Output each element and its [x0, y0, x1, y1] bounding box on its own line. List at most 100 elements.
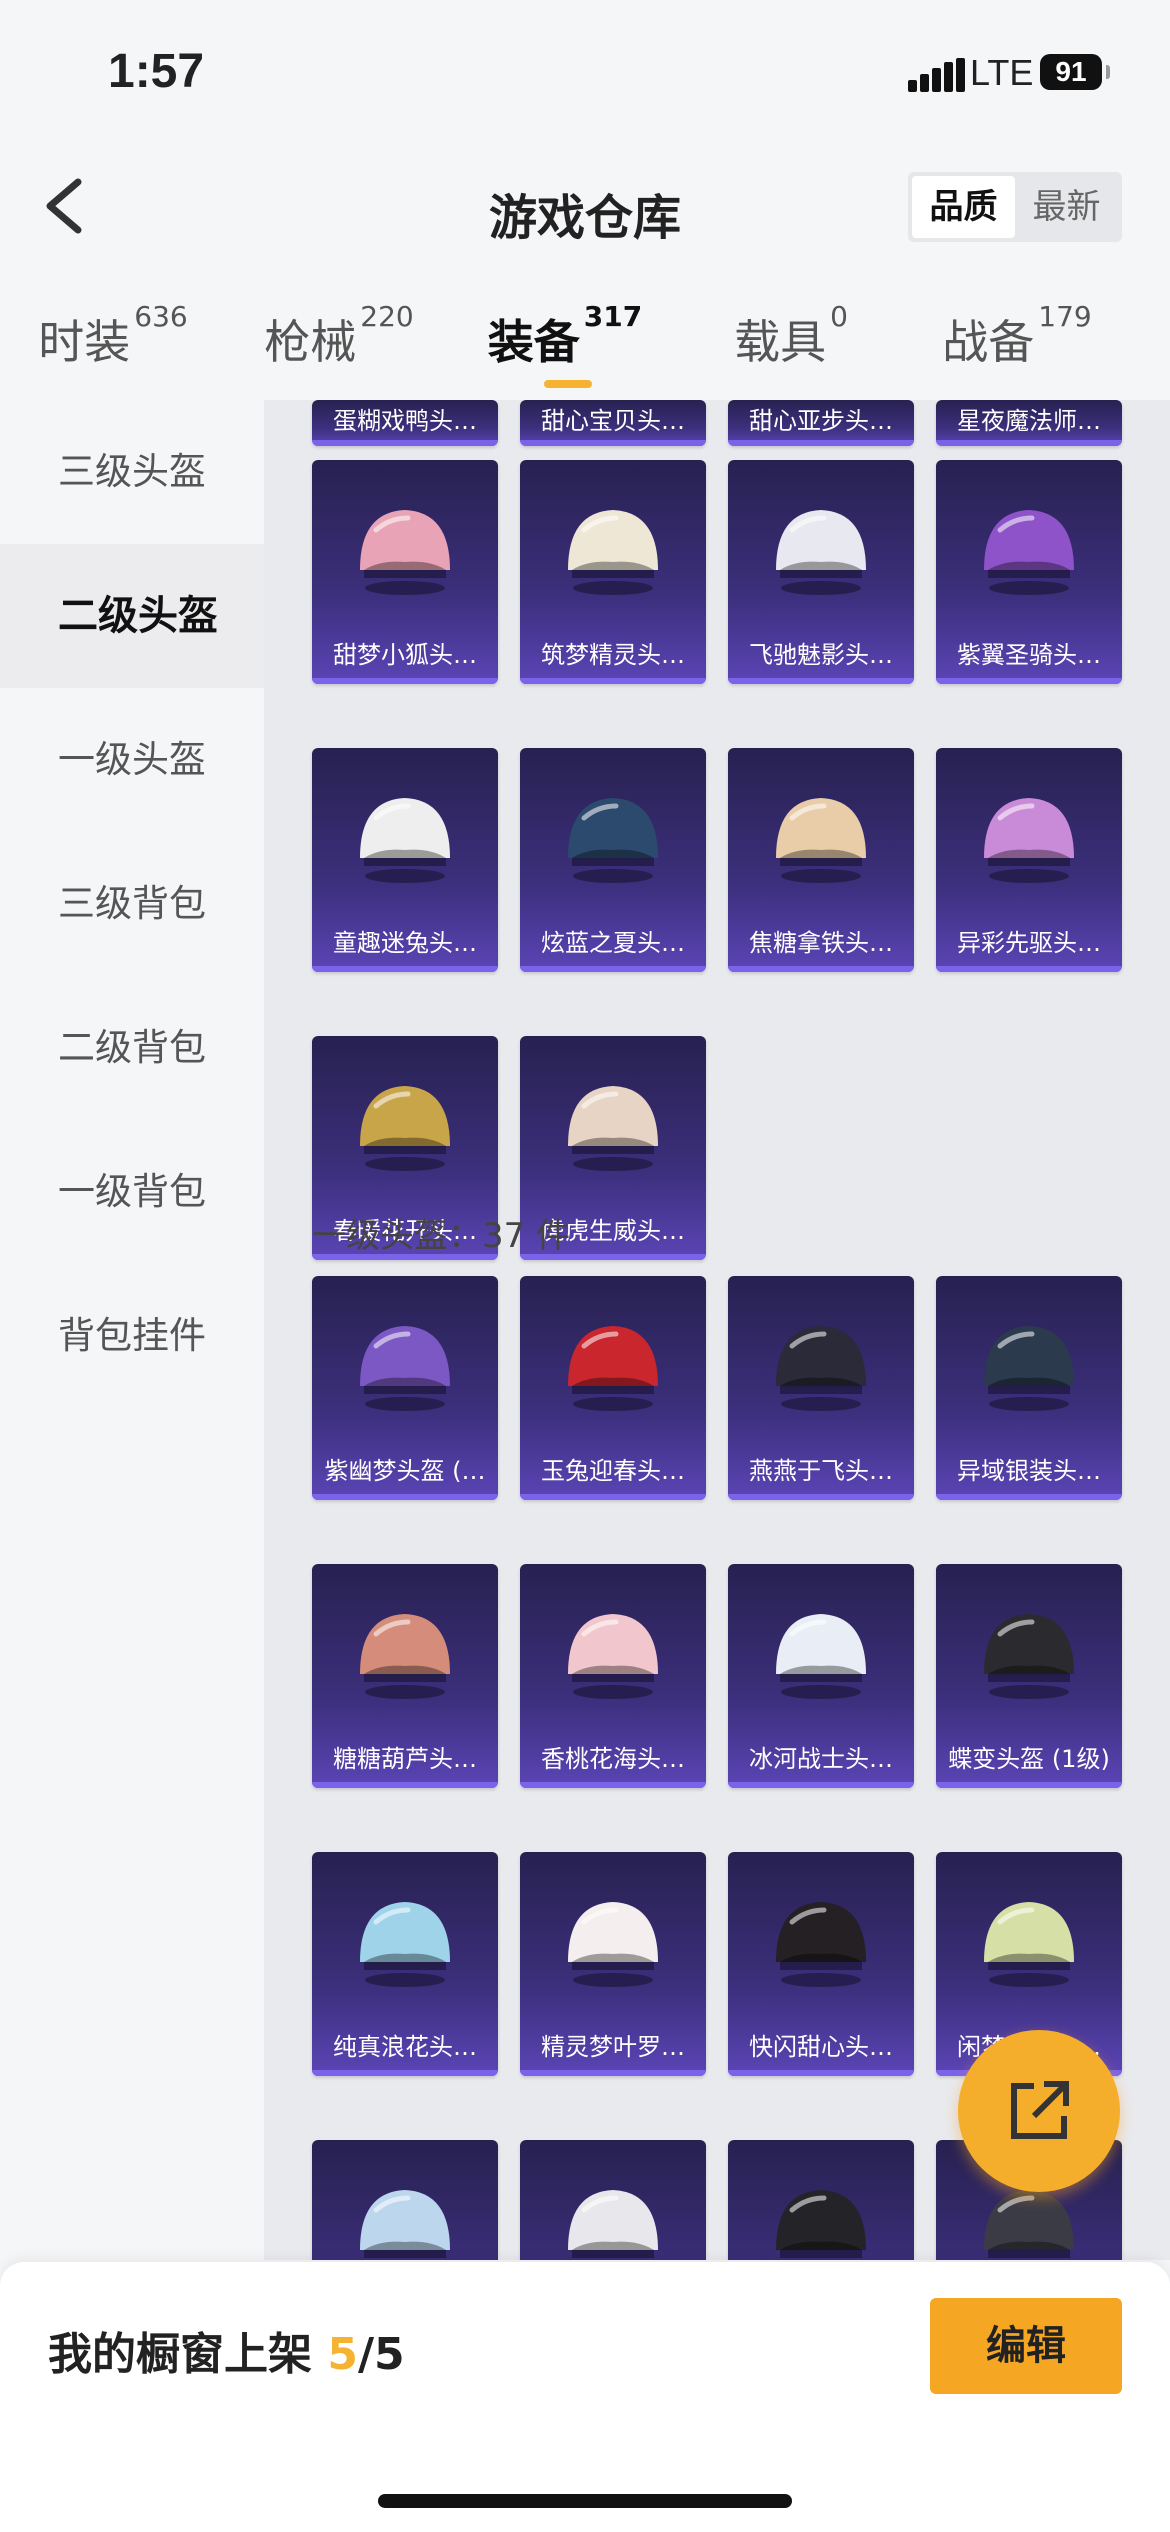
helmet-icon — [568, 1326, 658, 1411]
item-name: 香桃花海头… — [541, 1745, 685, 1773]
level1-helmet-card[interactable]: 甜蜜旋律头… — [312, 2140, 498, 2260]
item-name: 甜梦小狐头… — [333, 641, 477, 669]
level1-helmet-card[interactable]: 蝶变头盔 (1级) — [936, 1564, 1122, 1788]
item-name: 异彩先驱头… — [957, 929, 1101, 957]
tab-count: 220 — [360, 300, 414, 333]
helmet-icon — [568, 1086, 658, 1171]
status-bar: 1:57 LTE 91 — [0, 0, 1170, 140]
helmet-icon — [984, 1614, 1074, 1699]
level1-helmet-card[interactable]: 香桃花海头… — [520, 1564, 706, 1788]
tab-label: 战备 — [942, 315, 1035, 369]
level1-helmet-card[interactable]: 精灵梦叶罗… — [520, 1852, 706, 2076]
level2-helmet-card[interactable]: 星夜魔法师… — [936, 400, 1122, 446]
showcase-total: /5 — [357, 2329, 405, 2380]
item-grid-area[interactable]: 蛋糊戏鸭头… 甜心宝贝头… 甜心亚步头… 星夜魔法师… 甜梦小狐头… 筑梦精灵头… 飞驰魅… — [264, 400, 1170, 2260]
level1-helmet-card[interactable]: 紫幽梦头盔 (… — [312, 1276, 498, 1500]
helmet-icon — [776, 1614, 866, 1699]
helmet-icon — [360, 1902, 450, 1987]
item-name: 童趣迷兔头… — [333, 929, 477, 957]
chevron-left-icon — [46, 178, 82, 234]
level1-helmet-card[interactable]: 糖糖葫芦头… — [312, 1564, 498, 1788]
tab-label: 载具 — [734, 315, 827, 369]
helmet-icon — [776, 510, 866, 595]
tab-active-indicator — [544, 380, 592, 388]
level2-helmet-card[interactable]: 炫蓝之夏头… — [520, 748, 706, 972]
share-button[interactable] — [958, 2030, 1120, 2192]
back-button[interactable] — [40, 176, 100, 236]
level1-helmet-card[interactable]: 惊鸿侠骨头… — [728, 2140, 914, 2260]
item-name: 飞驰魅影头… — [749, 641, 893, 669]
tab-count: 0 — [830, 300, 848, 333]
level2-helmet-card[interactable]: 紫翼圣骑头… — [936, 460, 1122, 684]
sort-option-quality[interactable]: 品质 — [912, 176, 1015, 238]
item-name: 精灵梦叶罗… — [541, 2033, 685, 2061]
sidebar-item-level3-helmet[interactable]: 三级头盔 — [0, 400, 264, 544]
helmet-icon — [568, 1902, 658, 1987]
item-name: 蝶变头盔 (1级) — [948, 1745, 1110, 1773]
level2-helmet-card[interactable]: 筑梦精灵头… — [520, 460, 706, 684]
sort-toggle: 品质 最新 — [908, 172, 1122, 242]
level2-helmet-card[interactable]: 焦糖拿铁头… — [728, 748, 914, 972]
helmet-icon — [776, 2190, 866, 2258]
tab-label: 装备 — [487, 315, 580, 369]
item-name: 纯真浪花头… — [333, 2033, 477, 2061]
helmet-icon — [776, 1326, 866, 1411]
item-name: 筑梦精灵头… — [541, 641, 685, 669]
item-name: 蛋糊戏鸭头… — [333, 407, 477, 435]
item-name: 燕燕于飞头… — [749, 1457, 893, 1485]
item-grid-cut-row: 蛋糊戏鸭头… 甜心宝贝头… 甜心亚步头… 星夜魔法师… — [312, 400, 1122, 446]
sidebar-item-level2-backpack[interactable]: 二级背包 — [0, 976, 264, 1120]
helmet-icon — [568, 510, 658, 595]
sidebar-item-level3-backpack[interactable]: 三级背包 — [0, 832, 264, 976]
level2-helmet-card[interactable]: 异彩先驱头… — [936, 748, 1122, 972]
tab-supplies[interactable]: 战备 179 — [904, 290, 1130, 400]
helmet-icon — [568, 2190, 658, 2258]
level2-helmet-card[interactable]: 甜心亚步头… — [728, 400, 914, 446]
level2-helmet-card[interactable]: 童趣迷兔头… — [312, 748, 498, 972]
tab-label: 枪械 — [264, 315, 357, 369]
helmet-icon — [360, 1614, 450, 1699]
section-label-level1-helmet: 一级头盔：37 件 — [312, 1216, 571, 1256]
level1-helmet-card[interactable]: 冰河战士头… — [728, 1564, 914, 1788]
helmet-icon — [360, 1086, 450, 1171]
external-link-icon — [1011, 2081, 1069, 2139]
item-name: 冰河战士头… — [749, 1745, 893, 1773]
helmet-icon — [984, 510, 1074, 595]
showcase-status: 我的橱窗上架 5/5 — [48, 2318, 405, 2382]
tab-vehicles[interactable]: 载具 0 — [678, 290, 904, 400]
level1-helmet-card[interactable]: 快闪甜心头… — [728, 1852, 914, 2076]
level2-helmet-card[interactable]: 甜心宝贝头… — [520, 400, 706, 446]
level1-helmet-card[interactable]: 异域银装头… — [936, 1276, 1122, 1500]
level1-helmet-card[interactable]: 未来歌姬头… — [520, 2140, 706, 2260]
tab-fashion[interactable]: 时装 636 — [0, 290, 226, 400]
sidebar-item-level1-backpack[interactable]: 一级背包 — [0, 1120, 264, 1264]
item-name: 快闪甜心头… — [749, 2033, 893, 2061]
signal-icon — [908, 58, 965, 92]
helmet-icon — [360, 1326, 450, 1411]
item-name: 玉兔迎春头… — [541, 1457, 685, 1485]
level1-helmet-card[interactable]: 纯真浪花头… — [312, 1852, 498, 2076]
level2-helmet-card[interactable]: 飞驰魅影头… — [728, 460, 914, 684]
helmet-icon — [776, 798, 866, 883]
tab-firearms[interactable]: 枪械 220 — [226, 290, 452, 400]
status-time: 1:57 — [108, 45, 205, 98]
showcase-count: 5 — [327, 2329, 358, 2380]
item-name: 炫蓝之夏头… — [541, 929, 685, 957]
tab-equipment[interactable]: 装备 317 — [452, 290, 678, 400]
sort-option-newest[interactable]: 最新 — [1015, 176, 1118, 238]
helmet-icon — [984, 2190, 1074, 2258]
tab-label: 时装 — [38, 315, 131, 369]
helmet-icon — [984, 1902, 1074, 1987]
level1-helmet-card[interactable]: 燕燕于飞头… — [728, 1276, 914, 1500]
level2-helmet-card[interactable]: 甜梦小狐头… — [312, 460, 498, 684]
bottom-bar: 我的橱窗上架 5/5 编辑 — [0, 2262, 1170, 2532]
item-name: 糖糖葫芦头… — [333, 1745, 477, 1773]
tab-count: 179 — [1038, 300, 1092, 333]
sidebar-item-level1-helmet[interactable]: 一级头盔 — [0, 688, 264, 832]
sidebar-item-level2-helmet[interactable]: 二级头盔 — [0, 544, 264, 688]
sidebar-item-backpack-charm[interactable]: 背包挂件 — [0, 1264, 264, 1408]
level2-helmet-card[interactable]: 蛋糊戏鸭头… — [312, 400, 498, 446]
level1-helmet-card[interactable]: 玉兔迎春头… — [520, 1276, 706, 1500]
item-name: 甜心亚步头… — [749, 407, 893, 435]
edit-button[interactable]: 编辑 — [930, 2298, 1122, 2394]
